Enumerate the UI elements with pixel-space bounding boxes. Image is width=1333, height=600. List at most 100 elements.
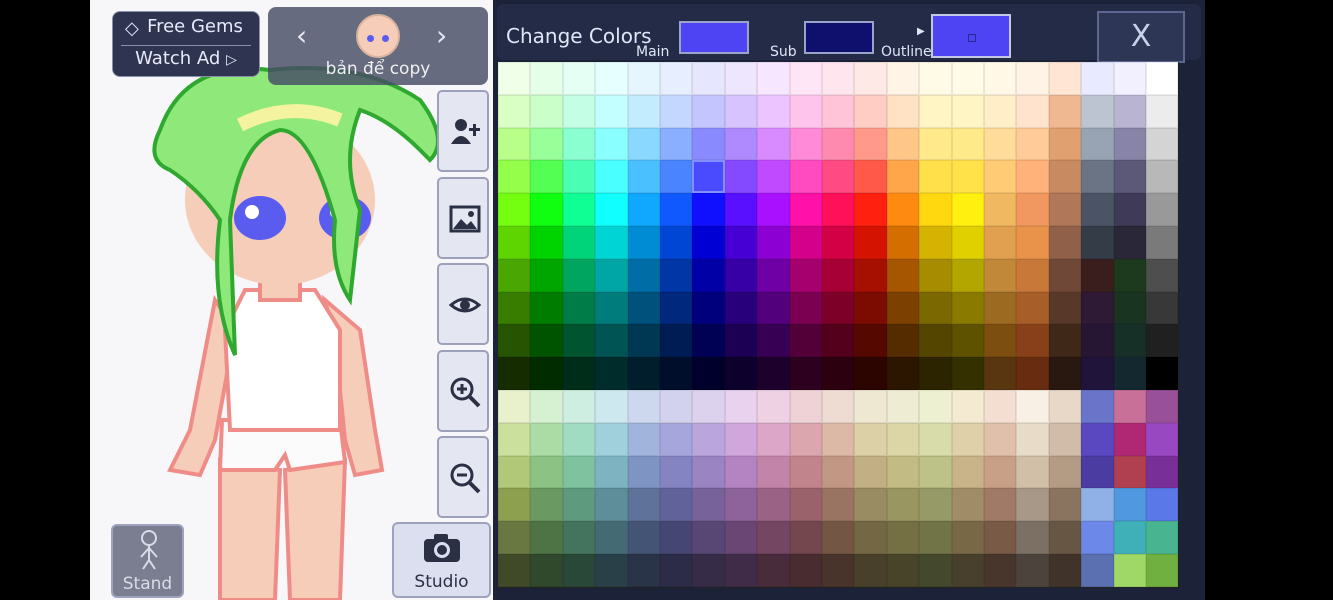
color-swatch[interactable] [854, 521, 887, 554]
color-swatch[interactable] [1048, 455, 1082, 489]
color-swatch[interactable] [1048, 127, 1082, 161]
color-swatch[interactable] [562, 258, 596, 292]
color-swatch[interactable] [854, 422, 887, 456]
color-swatch[interactable] [789, 488, 822, 522]
color-swatch[interactable] [595, 390, 628, 423]
color-swatch[interactable] [984, 521, 1017, 554]
color-swatch[interactable] [1016, 488, 1049, 522]
color-swatch[interactable] [660, 357, 693, 390]
color-swatch[interactable] [822, 62, 855, 95]
color-swatch[interactable] [1146, 488, 1179, 522]
color-swatch[interactable] [724, 193, 758, 226]
color-swatch[interactable] [984, 62, 1017, 95]
color-swatch[interactable] [822, 94, 855, 128]
color-swatch[interactable] [627, 357, 660, 390]
color-swatch[interactable] [724, 390, 758, 423]
color-swatch[interactable] [660, 521, 693, 554]
color-swatch[interactable] [1146, 94, 1179, 128]
color-swatch[interactable] [1048, 258, 1082, 292]
chevron-left-icon[interactable]: ‹ [296, 19, 307, 52]
color-swatch[interactable] [724, 422, 758, 456]
color-swatch[interactable] [984, 291, 1017, 325]
color-swatch[interactable] [595, 62, 628, 95]
color-swatch[interactable] [1016, 127, 1049, 161]
color-swatch[interactable] [789, 554, 822, 587]
color-swatch[interactable] [822, 422, 855, 456]
background-button[interactable] [437, 177, 489, 259]
color-swatch[interactable] [919, 324, 952, 358]
color-swatch[interactable] [1048, 62, 1082, 95]
color-swatch[interactable] [562, 226, 596, 259]
color-swatch[interactable] [1081, 226, 1114, 259]
color-swatch[interactable] [1113, 488, 1146, 522]
color-swatch[interactable] [692, 62, 725, 95]
color-swatch[interactable] [789, 324, 822, 358]
color-swatch[interactable] [951, 521, 984, 554]
color-swatch[interactable] [1048, 422, 1082, 456]
color-swatch[interactable] [951, 127, 984, 161]
color-swatch[interactable] [822, 127, 855, 161]
color-swatch[interactable] [1081, 62, 1114, 95]
color-swatch[interactable] [498, 62, 531, 95]
color-swatch[interactable] [886, 193, 920, 226]
color-swatch[interactable] [1048, 324, 1082, 358]
color-swatch[interactable] [660, 62, 693, 95]
color-swatch[interactable] [822, 455, 855, 489]
color-swatch[interactable] [984, 94, 1017, 128]
color-swatch[interactable] [854, 488, 887, 522]
color-swatch[interactable] [1113, 455, 1146, 489]
color-swatch[interactable] [1146, 258, 1179, 292]
color-swatch[interactable] [660, 127, 693, 161]
color-swatch[interactable] [1081, 94, 1114, 128]
chevron-right-icon[interactable]: › [436, 19, 447, 52]
color-swatch[interactable] [854, 258, 887, 292]
color-swatch[interactable] [1081, 127, 1114, 161]
color-swatch[interactable] [562, 554, 596, 587]
color-swatch[interactable] [530, 554, 563, 587]
color-swatch[interactable] [951, 455, 984, 489]
color-swatch[interactable] [595, 94, 628, 128]
color-swatch[interactable] [1146, 554, 1179, 587]
color-swatch[interactable] [627, 193, 660, 226]
color-swatch[interactable] [1113, 390, 1146, 423]
color-swatch[interactable] [1113, 62, 1146, 95]
color-swatch[interactable] [919, 455, 952, 489]
color-swatch[interactable] [789, 455, 822, 489]
color-swatch[interactable] [757, 94, 790, 128]
color-swatch[interactable] [562, 488, 596, 522]
color-swatch[interactable] [757, 554, 790, 587]
color-swatch[interactable] [822, 554, 855, 587]
color-swatch[interactable] [919, 160, 952, 194]
color-swatch[interactable] [757, 258, 790, 292]
color-swatch[interactable] [951, 258, 984, 292]
color-swatch[interactable] [530, 193, 563, 226]
color-swatch[interactable] [984, 226, 1017, 259]
color-swatch[interactable] [1081, 258, 1114, 292]
color-swatch[interactable] [854, 94, 887, 128]
color-swatch[interactable] [1113, 554, 1146, 587]
color-swatch[interactable] [692, 291, 725, 325]
color-swatch[interactable] [886, 422, 920, 456]
color-swatch[interactable] [692, 488, 725, 522]
color-swatch[interactable] [530, 291, 563, 325]
color-swatch[interactable] [627, 226, 660, 259]
color-swatch[interactable] [854, 62, 887, 95]
color-swatch[interactable] [951, 422, 984, 456]
color-swatch[interactable] [919, 488, 952, 522]
color-swatch[interactable] [854, 390, 887, 423]
color-swatch[interactable] [757, 455, 790, 489]
color-swatch[interactable] [627, 422, 660, 456]
color-swatch[interactable] [660, 258, 693, 292]
color-swatch[interactable] [789, 160, 822, 194]
color-swatch[interactable] [595, 422, 628, 456]
color-swatch[interactable] [984, 488, 1017, 522]
color-swatch[interactable] [595, 291, 628, 325]
zoom-out-button[interactable] [437, 436, 489, 518]
color-swatch[interactable] [1048, 291, 1082, 325]
color-swatch[interactable] [498, 160, 531, 194]
color-swatch[interactable] [498, 455, 531, 489]
color-swatch[interactable] [757, 390, 790, 423]
color-swatch[interactable] [498, 127, 531, 161]
color-swatch[interactable] [530, 357, 563, 390]
color-swatch[interactable] [627, 160, 660, 194]
